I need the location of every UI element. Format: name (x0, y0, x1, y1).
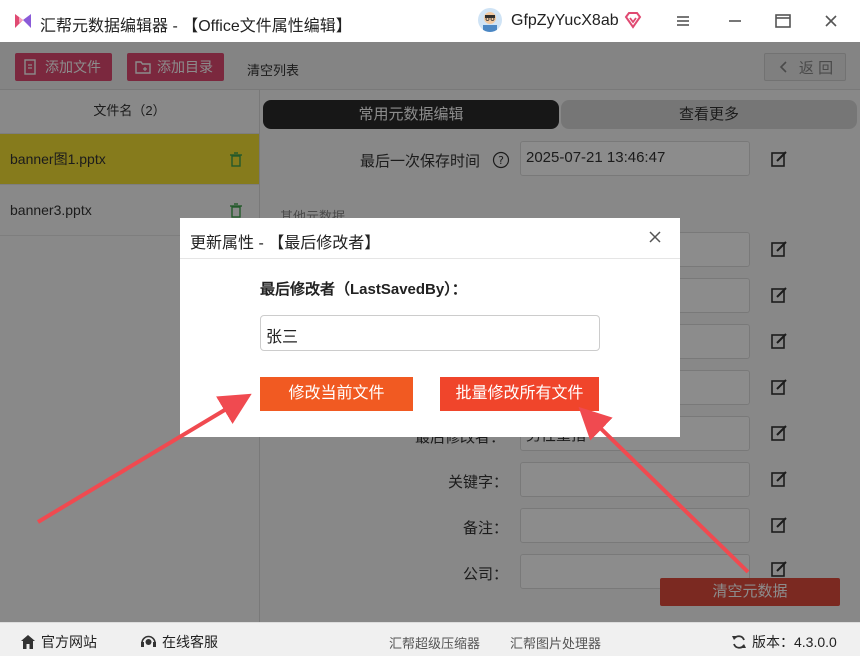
headset-icon (141, 635, 156, 647)
minimize-icon[interactable] (724, 10, 746, 32)
status-bar: 官方网站 在线客服 汇帮超级压缩器 汇帮图片处理器 版本：4.3.0.0 (0, 622, 860, 656)
dialog-header: 更新属性 - 【最后修改者】 (180, 218, 680, 259)
official-website-link[interactable]: 官方网站 (20, 632, 97, 652)
window-title: 汇帮元数据编辑器 - 【Office文件属性编辑】 (40, 18, 352, 35)
title-bar: 汇帮元数据编辑器 - 【Office文件属性编辑】 GfpZyYucX8ab (0, 0, 860, 42)
menu-icon[interactable] (672, 10, 694, 32)
app-logo-icon (15, 14, 31, 28)
modify-all-files-button[interactable]: 批量修改所有文件 (440, 377, 599, 411)
version-info[interactable]: 版本：4.3.0.0 (731, 632, 837, 652)
last-saved-by-input[interactable]: 张三 (260, 315, 600, 351)
close-window-icon[interactable] (820, 10, 842, 32)
user-avatar[interactable] (478, 8, 502, 32)
close-icon[interactable] (648, 230, 662, 244)
version-label: 版本：4.3.0.0 (752, 634, 837, 650)
vip-diamond-icon[interactable] (624, 11, 642, 29)
official-website-label: 官方网站 (41, 634, 97, 650)
compressor-link[interactable]: 汇帮超级压缩器 (389, 633, 480, 652)
image-tool-link[interactable]: 汇帮图片处理器 (510, 633, 601, 652)
dialog-title: 更新属性 - 【最后修改者】 (190, 235, 381, 252)
online-service-link[interactable]: 在线客服 (140, 632, 218, 652)
field-label: 最后修改者（LastSavedBy）： (260, 281, 467, 298)
online-service-label: 在线客服 (162, 634, 218, 650)
username: GfpZyYucX8ab (511, 12, 619, 29)
home-icon (21, 635, 35, 649)
maximize-icon[interactable] (772, 10, 794, 32)
update-property-dialog: 更新属性 - 【最后修改者】 最后修改者（LastSavedBy）： 张三 修改… (180, 218, 680, 437)
refresh-icon (732, 635, 746, 649)
modify-current-file-button[interactable]: 修改当前文件 (260, 377, 413, 411)
